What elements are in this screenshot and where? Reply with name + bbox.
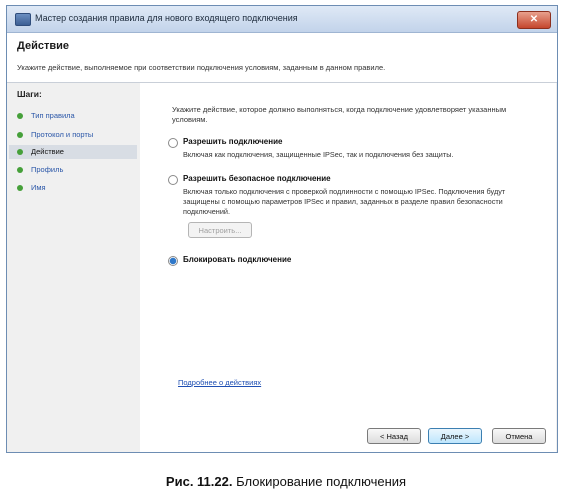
next-button[interactable]: Далее >: [428, 428, 482, 444]
step-profile[interactable]: Профиль: [9, 163, 137, 177]
step-bullet-icon: [17, 185, 23, 191]
step-bullet-icon: [17, 149, 23, 155]
figure-number: Рис. 11.22.: [165, 474, 233, 489]
page-title: Действие: [17, 40, 69, 52]
allow-option-description: Включая как подключения, защищенные IPSe…: [183, 150, 454, 159]
allow-secure-option-title: Разрешить безопасное подключение: [183, 174, 331, 183]
allow-secure-option-description: Включая только подключения с проверкой п…: [183, 187, 506, 216]
step-name[interactable]: Имя: [9, 181, 137, 195]
step-label: Протокол и порты: [31, 130, 94, 139]
allow-radio[interactable]: [168, 138, 178, 148]
allow-secure-radio[interactable]: [168, 175, 178, 185]
wizard-window: Мастер создания правила для нового входя…: [6, 5, 558, 453]
action-instructions: Укажите действие, которое должно выполня…: [172, 105, 507, 124]
allow-option-title: Разрешить подключение: [183, 137, 283, 146]
window-title: Мастер создания правила для нового входя…: [35, 13, 298, 23]
block-option-title: Блокировать подключение: [183, 255, 292, 264]
steps-title: Шаги:: [17, 89, 42, 99]
step-label: Действие: [31, 147, 64, 156]
firewall-app-icon: [15, 13, 31, 26]
figure-caption: Рис. 11.22. Блокирование подключения: [0, 474, 572, 489]
page-description: Укажите действие, выполняемое при соотве…: [17, 63, 386, 72]
learn-more-link[interactable]: Подробнее о действиях: [178, 378, 261, 387]
figure-text: Блокирование подключения: [236, 474, 407, 489]
step-action[interactable]: Действие: [9, 145, 137, 159]
step-bullet-icon: [17, 132, 23, 138]
step-bullet-icon: [17, 167, 23, 173]
title-bar: Мастер создания правила для нового входя…: [7, 6, 557, 33]
block-radio[interactable]: [168, 256, 178, 266]
step-label: Имя: [31, 183, 46, 192]
step-rule-type[interactable]: Тип правила: [9, 109, 137, 123]
steps-panel: Шаги: Тип правила Протокол и порты Дейст…: [7, 83, 139, 452]
step-protocol-ports[interactable]: Протокол и порты: [9, 128, 137, 142]
close-button[interactable]: ✕: [517, 11, 551, 29]
wizard-header: Действие Укажите действие, выполняемое п…: [7, 33, 557, 83]
cancel-button[interactable]: Отмена: [492, 428, 546, 444]
step-bullet-icon: [17, 113, 23, 119]
customize-button[interactable]: Настроить...: [188, 222, 252, 238]
step-label: Профиль: [31, 165, 64, 174]
action-panel: Укажите действие, которое должно выполня…: [140, 83, 556, 452]
back-button[interactable]: < Назад: [367, 428, 421, 444]
step-label: Тип правила: [31, 111, 75, 120]
